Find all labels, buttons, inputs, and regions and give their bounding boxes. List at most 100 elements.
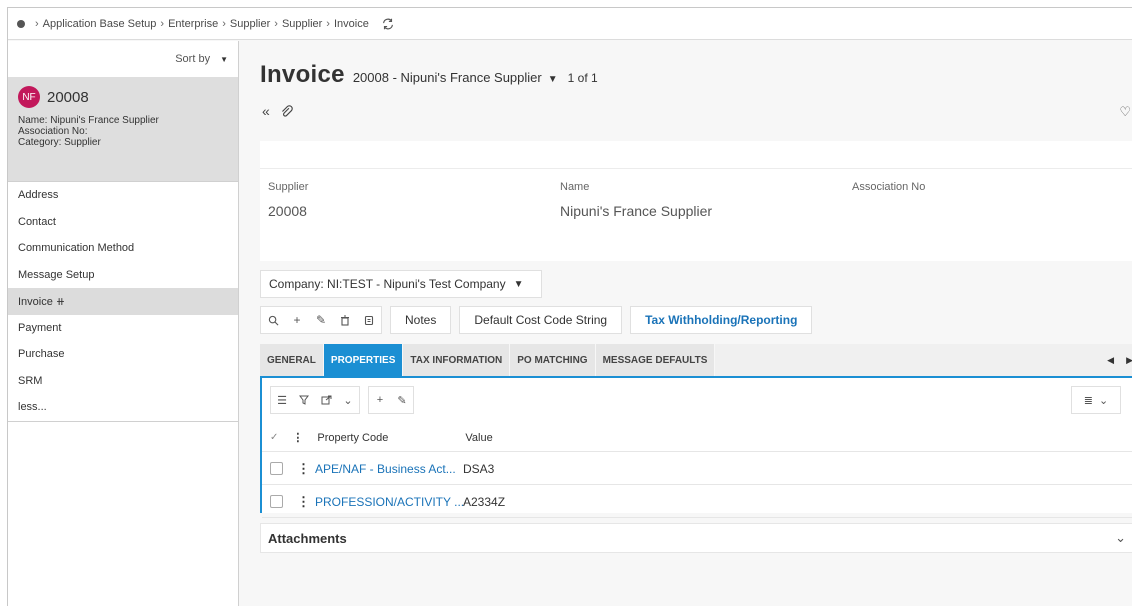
chevron-down-icon[interactable]: ⌄ — [1115, 530, 1126, 546]
list-view-icon[interactable]: ☰ — [271, 387, 293, 413]
column-header-property-code[interactable]: Property Code — [317, 432, 465, 444]
panel-strip — [260, 141, 1132, 169]
row-checkbox[interactable] — [270, 462, 283, 475]
attachments-title: Attachments — [268, 530, 347, 546]
table-row[interactable]: ⋮ APE/NAF - Business Act... DSA3 — [262, 453, 1132, 485]
paperclip-icon[interactable] — [280, 104, 293, 118]
sidebar-item-less[interactable]: less... — [8, 394, 238, 421]
breadcrumb-item[interactable]: Supplier — [282, 18, 322, 30]
property-value: A2334Z — [463, 494, 506, 509]
default-cost-code-string-button[interactable]: Default Cost Code String — [459, 306, 623, 334]
sidebar-item-communication-method[interactable]: Communication Method — [8, 235, 238, 262]
company-selector[interactable]: Company: NI:TEST - Nipuni's Test Company… — [260, 270, 542, 298]
breadcrumb-item[interactable]: Application Base Setup — [43, 18, 157, 30]
caret-down-icon: ▼ — [513, 278, 524, 290]
breadcrumb-item[interactable]: Supplier — [230, 18, 270, 30]
chevron-down-icon: ⌄ — [1099, 394, 1109, 407]
tab-bar: GENERAL PROPERTIES TAX INFORMATION PO MA… — [260, 344, 1132, 376]
home-dot-icon[interactable] — [17, 19, 25, 28]
record-id: 20008 — [47, 88, 89, 106]
tab-scroll-controls: ◀ ▶ — [1107, 344, 1132, 376]
delete-trash-icon[interactable] — [333, 307, 357, 333]
filter-icon[interactable] — [293, 387, 315, 413]
name-field: Name Nipuni's France Supplier — [560, 181, 712, 219]
chevron-down-icon[interactable]: ⌄ — [337, 387, 359, 413]
scroll-left-icon[interactable]: ◀ — [1107, 355, 1114, 366]
row-menu-icon[interactable]: ⋮ — [297, 494, 310, 510]
association-field: Association No — [852, 181, 925, 203]
properties-grid: ☰ ⌄ + ✎ ≣ ⌄ ✓ ⋮ Property Code Value ⋮ AP… — [260, 376, 1132, 518]
table-row[interactable]: ⋮ PROFESSION/ACTIVITY ... A2334Z — [262, 486, 1132, 518]
tab-general[interactable]: GENERAL — [260, 344, 324, 376]
refresh-icon[interactable] — [381, 17, 395, 31]
tab-message-defaults[interactable]: MESSAGE DEFAULTS — [595, 344, 716, 376]
tab-tax-information[interactable]: TAX INFORMATION — [403, 344, 511, 376]
page-header: Invoice 20008 - Nipuni's France Supplier… — [260, 61, 598, 89]
breadcrumb-item: Invoice — [333, 17, 369, 30]
select-all-check-icon[interactable]: ✓ — [270, 432, 278, 443]
property-code-link[interactable]: PROFESSION/ACTIVITY ... — [315, 495, 463, 509]
sort-by-control[interactable]: Sort by ▼ — [8, 41, 238, 77]
sidebar-item-invoice[interactable]: Invoice ⧺ — [8, 288, 238, 315]
sidebar-item-address[interactable]: Address — [8, 182, 238, 209]
duplicate-icon[interactable] — [357, 307, 381, 333]
chevron-right-icon: › — [326, 17, 330, 30]
add-icon[interactable]: + — [285, 307, 309, 333]
tax-withholding-reporting-button[interactable]: Tax Withholding/Reporting — [630, 306, 813, 334]
collapse-panel-icon[interactable]: « — [262, 103, 270, 119]
record-association: Association No: — [18, 126, 88, 137]
crud-button-group: + ✎ — [260, 306, 382, 334]
sidebar-item-purchase[interactable]: Purchase — [8, 341, 238, 368]
search-icon[interactable] — [261, 307, 285, 333]
property-code-link[interactable]: APE/NAF - Business Act... — [315, 462, 463, 476]
grid-toolbar: ☰ ⌄ + ✎ — [270, 386, 414, 414]
supplier-info-panel: Supplier 20008 Name Nipuni's France Supp… — [260, 141, 1132, 261]
row-checkbox[interactable] — [270, 495, 283, 508]
record-name: Name: Nipuni's France Supplier — [18, 115, 159, 126]
grid-header-row: ✓ ⋮ Property Code Value — [262, 424, 1132, 452]
breadcrumb: › Application Base Setup › Enterprise › … — [8, 8, 1132, 40]
notes-button[interactable]: Notes — [390, 306, 452, 334]
edit-pencil-icon[interactable]: ✎ — [309, 307, 333, 333]
page-title: Invoice — [260, 61, 345, 88]
row-menu-icon[interactable]: ⋮ — [297, 461, 310, 477]
avatar: NF — [18, 86, 40, 108]
add-row-icon[interactable]: + — [369, 387, 391, 413]
supplier-value: 20008 — [268, 203, 307, 219]
company-label: Company: NI:TEST - Nipuni's Test Company — [269, 277, 506, 291]
sort-by-label: Sort by — [175, 53, 211, 65]
column-settings-button[interactable]: ≣ ⌄ — [1071, 386, 1121, 414]
caret-down-icon[interactable]: ▼ — [548, 74, 558, 85]
column-list-icon: ≣ — [1083, 394, 1093, 407]
sidebar-item-contact[interactable]: Contact — [8, 209, 238, 236]
tab-bar-fill — [715, 344, 1132, 376]
column-header-value[interactable]: Value — [465, 432, 492, 444]
record-category: Category: Supplier — [18, 137, 101, 148]
record-selector[interactable]: 20008 - Nipuni's France Supplier — [353, 70, 542, 85]
divider — [8, 420, 238, 422]
attachments-panel[interactable]: Attachments ⌄ — [260, 523, 1132, 553]
chevron-right-icon: › — [160, 17, 165, 30]
property-value: DSA3 — [463, 461, 495, 476]
record-card[interactable]: NF 20008 Name: Nipuni's France Supplier … — [8, 77, 238, 181]
sidebar-item-srm[interactable]: SRM — [8, 368, 238, 395]
export-icon[interactable] — [315, 387, 337, 413]
supplier-field: Supplier 20008 — [268, 181, 308, 219]
supplier-label: Supplier — [268, 181, 309, 193]
chevron-right-icon: › — [222, 17, 226, 30]
tab-properties[interactable]: PROPERTIES — [323, 344, 404, 376]
scroll-right-icon[interactable]: ▶ — [1126, 355, 1132, 366]
association-label: Association No — [852, 181, 926, 193]
command-toolbar: + ✎ Notes Default Cost Code String Tax W… — [260, 306, 813, 334]
tab-po-matching[interactable]: PO MATCHING — [510, 344, 596, 376]
sidebar-item-message-setup[interactable]: Message Setup — [8, 262, 238, 289]
grid-view-tools: ☰ ⌄ — [270, 386, 360, 414]
sidebar-item-payment[interactable]: Payment — [8, 315, 238, 342]
name-value: Nipuni's France Supplier — [560, 203, 713, 219]
favorite-heart-icon[interactable]: ♡ — [1119, 104, 1131, 120]
caret-down-icon: ▼ — [220, 54, 228, 64]
header-menu-icon[interactable]: ⋮ — [292, 431, 303, 444]
edit-row-icon[interactable]: ✎ — [391, 387, 413, 413]
header-actions: « — [262, 103, 293, 119]
breadcrumb-item[interactable]: Enterprise — [168, 18, 218, 30]
